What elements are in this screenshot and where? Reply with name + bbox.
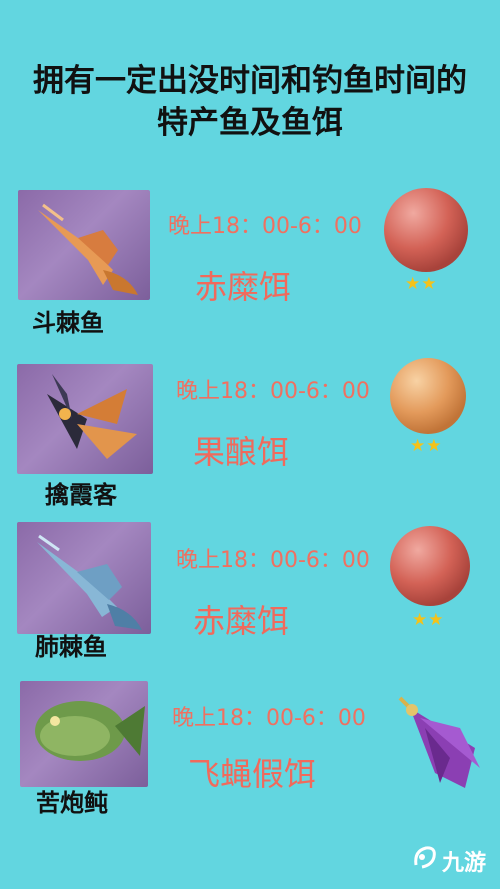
bait-name: 赤糜饵 [193,602,290,640]
fish-name: 擒霞客 [45,481,117,509]
time-label: 晚上18：00-6：00 [172,706,366,731]
time-label: 晚上18：00-6：00 [176,548,370,573]
time-label: 晚上18：00-6：00 [168,214,362,239]
watermark-text: 九游 [441,851,486,876]
bait-ball-icon [388,524,472,612]
fish-name: 苦炮鲀 [36,789,108,817]
bait-name: 果酿饵 [193,433,290,471]
fish-name: 肺棘鱼 [35,633,107,661]
fish-image-kupaotun [20,681,148,787]
jiuyou-logo-icon [410,843,440,879]
bait-name: 飞蝇假饵 [188,755,317,793]
bait-name: 赤糜饵 [195,268,292,306]
time-label: 晚上18：00-6：00 [176,379,370,404]
rarity-stars: ★★ [412,610,445,630]
fish-image-douji [18,190,150,300]
page-subtitle: 特产鱼及鱼饵 [157,105,343,141]
fish-image-qinxia [17,364,153,474]
fly-lure-icon [380,688,490,802]
jiuyou-logo: 九游 [410,843,486,879]
bait-ball-icon [382,186,470,278]
fish-name: 斗棘鱼 [32,309,104,337]
rarity-stars: ★★ [410,436,443,456]
page-title: 拥有一定出没时间和钓鱼时间的 [33,63,467,99]
fish-image-feiji [17,522,151,634]
bait-ball-icon [388,356,468,440]
rarity-stars: ★★ [405,274,438,294]
